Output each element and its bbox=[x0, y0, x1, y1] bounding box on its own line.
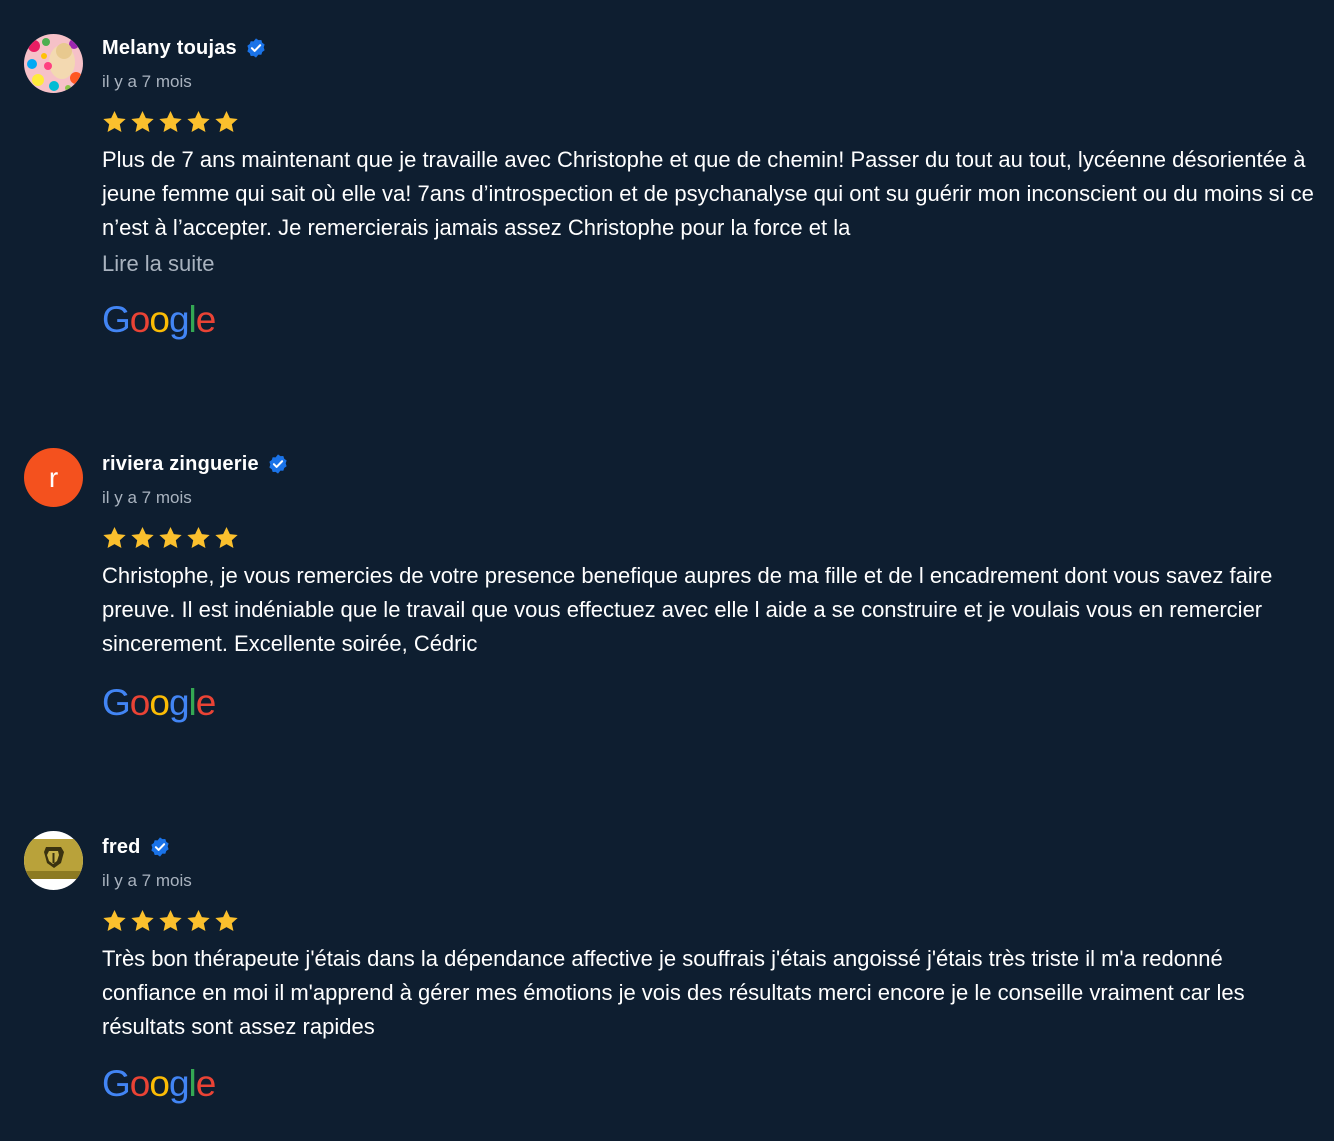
star-icon bbox=[159, 526, 182, 548]
star-icon bbox=[215, 110, 238, 132]
review-date: il y a 7 mois bbox=[102, 72, 192, 91]
review-text: Très bon thérapeute j'étais dans la dépe… bbox=[102, 946, 1245, 1039]
verified-badge-icon bbox=[267, 453, 289, 475]
google-logo[interactable]: Google bbox=[102, 1063, 216, 1104]
verified-badge-icon bbox=[149, 836, 171, 858]
star-icon bbox=[187, 110, 210, 132]
avatar[interactable] bbox=[24, 34, 83, 93]
star-icon bbox=[103, 526, 126, 548]
star-icon bbox=[159, 909, 182, 931]
star-icon bbox=[131, 526, 154, 548]
author-name[interactable]: Melany toujas bbox=[102, 37, 237, 60]
star-icon bbox=[215, 526, 238, 548]
star-icon bbox=[187, 526, 210, 548]
star-icon bbox=[187, 909, 210, 931]
star-icon bbox=[103, 909, 126, 931]
star-rating bbox=[101, 908, 240, 934]
author-name[interactable]: riviera zinguerie bbox=[102, 453, 259, 476]
review-text: Christophe, je vous remercies de votre p… bbox=[102, 563, 1273, 656]
review-text: Plus de 7 ans maintenant que je travaill… bbox=[102, 147, 1314, 240]
avatar[interactable] bbox=[24, 831, 83, 890]
star-rating bbox=[101, 525, 240, 551]
star-icon bbox=[159, 110, 182, 132]
star-icon bbox=[131, 110, 154, 132]
author-name[interactable]: fred bbox=[102, 836, 141, 859]
star-icon bbox=[131, 909, 154, 931]
star-rating bbox=[101, 109, 240, 135]
star-icon bbox=[103, 110, 126, 132]
read-more-link[interactable]: Lire la suite bbox=[102, 247, 215, 281]
star-icon bbox=[215, 909, 238, 931]
review-date: il y a 7 mois bbox=[102, 488, 192, 507]
review-date: il y a 7 mois bbox=[102, 871, 192, 890]
avatar[interactable]: r bbox=[24, 448, 83, 507]
verified-badge-icon bbox=[245, 37, 267, 59]
google-logo[interactable]: Google bbox=[102, 299, 216, 340]
google-logo[interactable]: Google bbox=[102, 682, 216, 723]
